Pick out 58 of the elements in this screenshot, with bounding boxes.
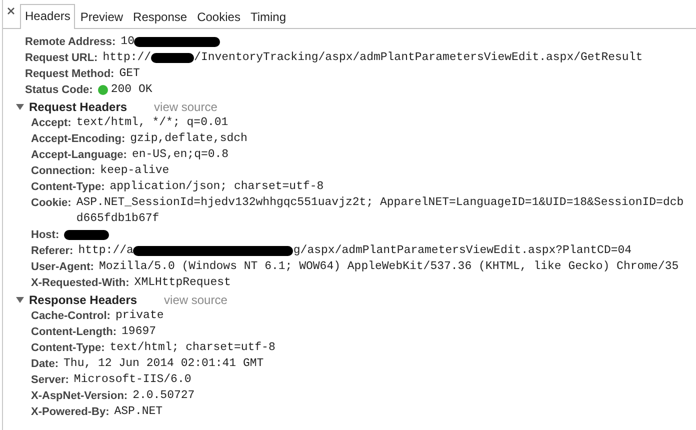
header-value: 10 [120, 34, 134, 50]
header-value: text/html, */*; q=0.01 [76, 115, 228, 131]
header-name: Accept-Encoding: [31, 132, 126, 147]
header-value: ASP.NET [114, 404, 163, 420]
header-value: 2.0.50727 [132, 388, 195, 404]
header-name: Server: [31, 373, 69, 388]
header-value: Microsoft-IIS/6.0 [74, 372, 192, 388]
section-title[interactable]: Request Headers [29, 100, 128, 114]
header-value: d665fdb1b67f [76, 211, 160, 227]
header-name: Status Code: [25, 83, 93, 98]
header-value: /InventoryTracking/aspx/admPlantParametersViewEdit.aspx/GetResult [194, 50, 643, 66]
disclosure-triangle-icon[interactable] [16, 104, 24, 110]
header-value: keep-alive [100, 163, 170, 179]
header-name: Remote Address: [25, 35, 116, 50]
header-name: Date: [31, 357, 59, 372]
redaction-mark [151, 53, 194, 63]
header-value: XMLHttpRequest [134, 275, 231, 291]
header-value: g/aspx/admPlantParametersViewEdit.aspx?PlantCD=04 [293, 243, 632, 259]
header-value: GET [119, 66, 140, 82]
header-name: User-Agent: [31, 260, 94, 275]
header-value: en-US,en;q=0.8 [132, 147, 229, 163]
close-icon[interactable] [7, 7, 15, 15]
tab[interactable]: Response [128, 5, 192, 29]
header-name: Content-Type: [31, 180, 105, 195]
view-source-link[interactable]: view source [154, 100, 218, 114]
tab[interactable]: Preview [75, 5, 128, 29]
header-value: private [115, 308, 164, 324]
header-value: 200 OK [110, 82, 152, 98]
header-name: Accept-Language: [31, 148, 127, 163]
header-value: ASP.NET_SessionId=hjedv132whhgqc551uavjz2t; ApparelNET=LanguageID=1&UID=18&SessionID=dcb [76, 195, 684, 211]
header-name: Referer: [31, 244, 74, 259]
header-name: Request URL: [25, 51, 98, 66]
section-title[interactable]: Response Headers [29, 293, 138, 307]
header-name: Cookie: [31, 196, 72, 211]
header-name: X-Requested-With: [31, 276, 130, 291]
header-name: Request Method: [25, 67, 114, 82]
redaction-mark [64, 230, 110, 240]
header-name: Cache-Control: [31, 309, 110, 324]
header-name: Host: [31, 228, 60, 243]
header-value: http://a [78, 243, 134, 259]
header-value: text/html; charset=utf-8 [110, 340, 276, 356]
header-name: Accept: [31, 116, 72, 131]
view-source-link[interactable]: view source [164, 293, 228, 307]
header-name: Connection: [31, 164, 96, 179]
disclosure-triangle-icon[interactable] [16, 297, 24, 303]
header-name: X-AspNet-Version: [31, 389, 128, 404]
tab[interactable]: Timing [245, 5, 292, 29]
header-value: gzip,deflate,sdch [130, 131, 248, 147]
header-name: Content-Length: [31, 325, 117, 340]
tab[interactable]: Headers [20, 4, 76, 29]
header-name: X-Powered-By: [31, 405, 110, 420]
header-value: Mozilla/5.0 (Windows NT 6.1; WOW64) AppleWebKit/537.36 (KHTML, like Gecko) Chrome/35 [98, 259, 679, 275]
tab[interactable]: Cookies [192, 5, 246, 29]
header-value: 19697 [122, 324, 156, 340]
header-value: http:// [102, 50, 152, 66]
header-name: Content-Type: [31, 341, 105, 356]
header-value: Thu, 12 Jun 2014 02:01:41 GMT [64, 356, 264, 372]
header-value: application/json; charset=utf-8 [110, 179, 324, 195]
